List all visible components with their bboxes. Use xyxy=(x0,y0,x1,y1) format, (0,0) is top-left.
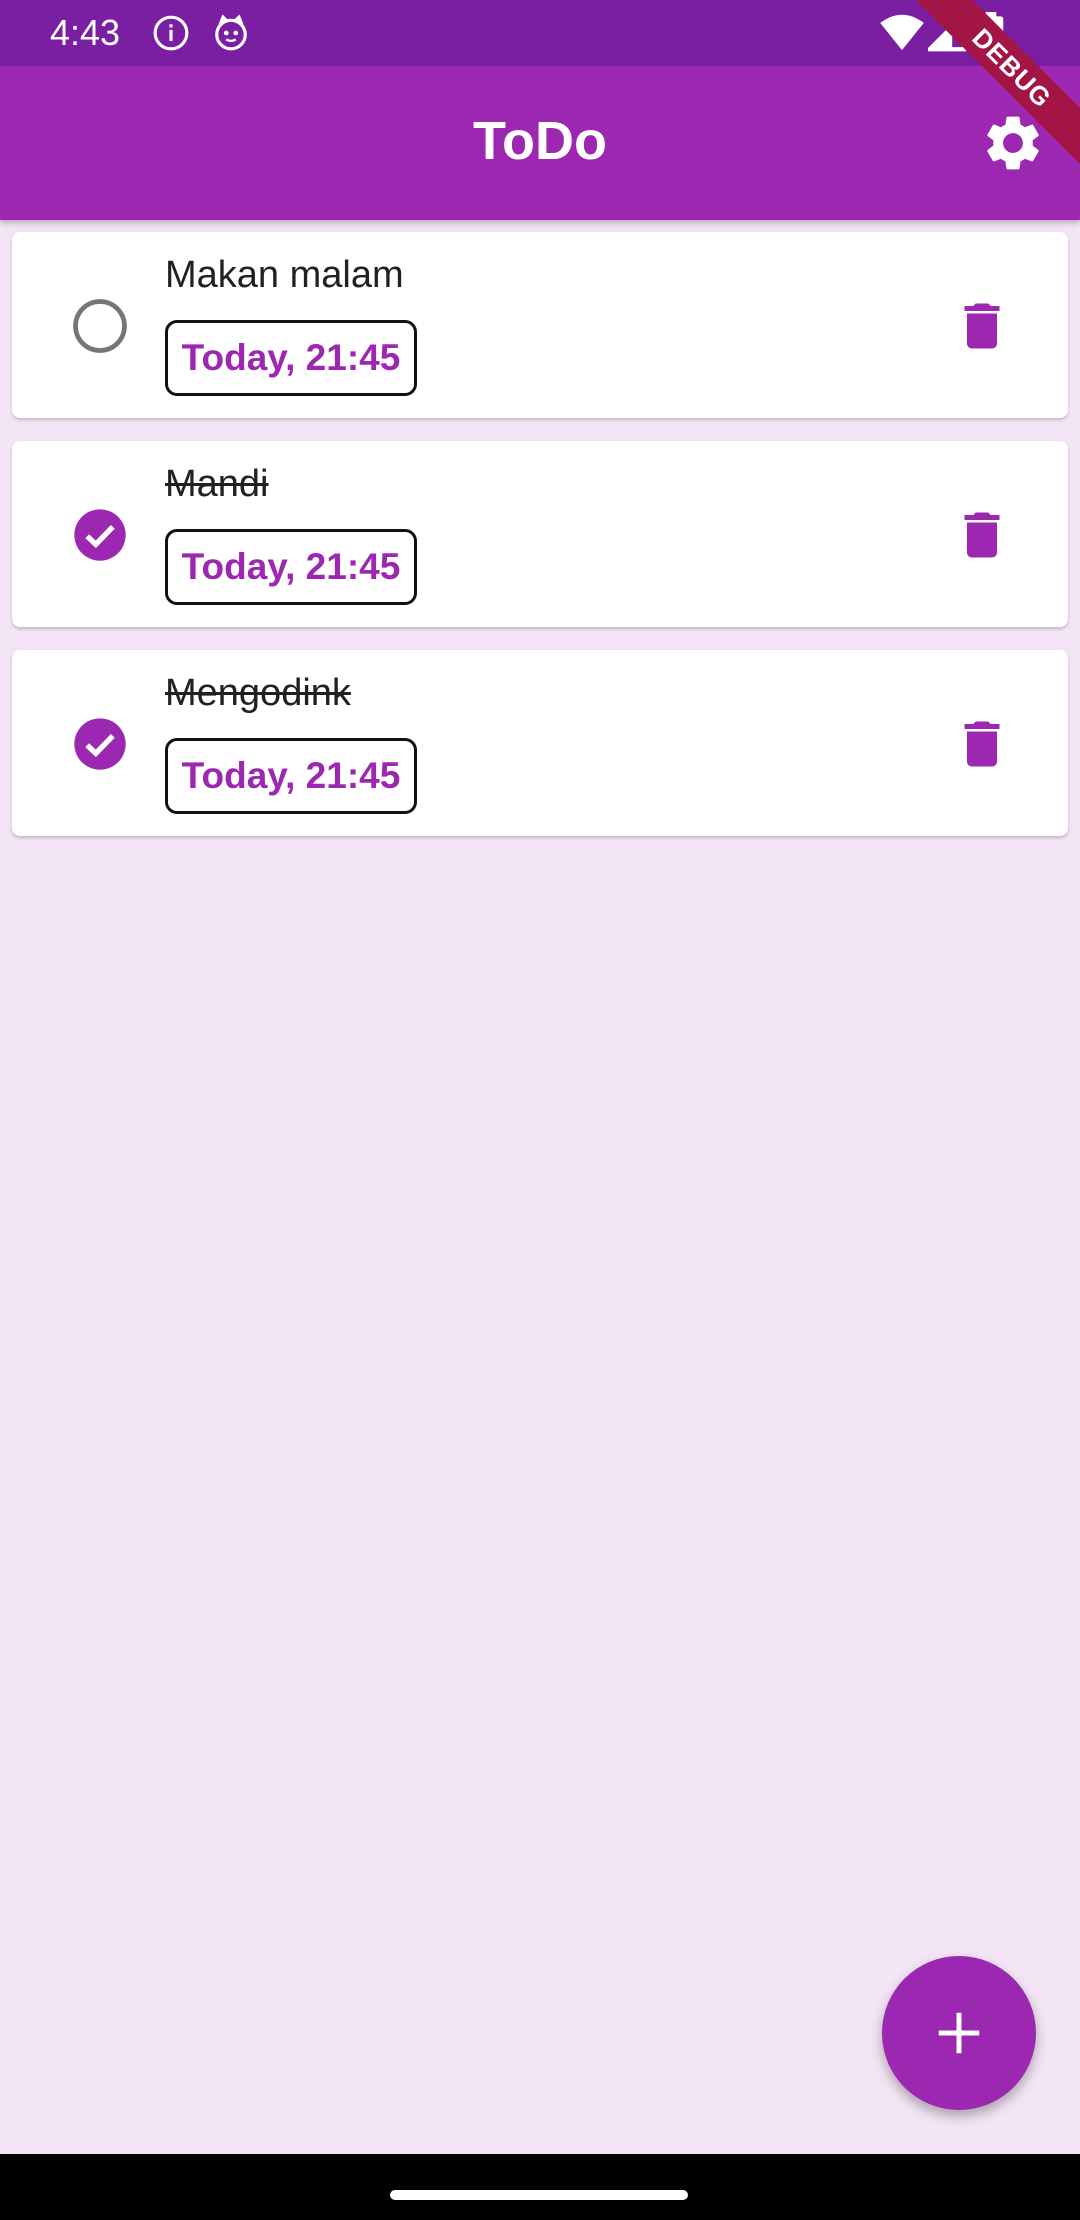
app-bar: ToDo xyxy=(0,66,1080,220)
info-icon xyxy=(153,15,189,51)
todo-date-chip[interactable]: Today, 21:45 xyxy=(165,529,417,605)
todo-date-chip[interactable]: Today, 21:45 xyxy=(165,320,417,396)
screen: 4:43 DEBUG ToDo Makan malam Today, 21:45… xyxy=(0,0,1080,2220)
cat-icon xyxy=(215,14,247,51)
trash-icon[interactable] xyxy=(952,505,1012,565)
wifi-icon xyxy=(880,14,924,51)
home-gesture-handle[interactable] xyxy=(390,2190,688,2200)
todo-title: Makan malam xyxy=(165,254,404,296)
add-todo-button[interactable] xyxy=(882,1956,1036,2110)
check-circle-icon[interactable] xyxy=(72,507,128,563)
status-bar: 4:43 xyxy=(0,0,1080,66)
plus-icon xyxy=(938,2012,980,2054)
check-circle-icon[interactable] xyxy=(72,716,128,772)
page-title: ToDo xyxy=(473,111,607,171)
todo-title: Mandi xyxy=(165,463,269,505)
unchecked-circle-icon[interactable] xyxy=(72,298,128,354)
todo-card[interactable]: Mandi Today, 21:45 xyxy=(12,441,1068,627)
todo-card[interactable]: Mengodink Today, 21:45 xyxy=(12,650,1068,836)
trash-icon[interactable] xyxy=(952,714,1012,774)
todo-date-chip[interactable]: Today, 21:45 xyxy=(165,738,417,814)
todo-title: Mengodink xyxy=(165,672,351,714)
status-time: 4:43 xyxy=(50,12,121,53)
todo-card[interactable]: Makan malam Today, 21:45 xyxy=(12,232,1068,418)
trash-icon[interactable] xyxy=(952,296,1012,356)
navigation-bar xyxy=(0,2154,1080,2220)
